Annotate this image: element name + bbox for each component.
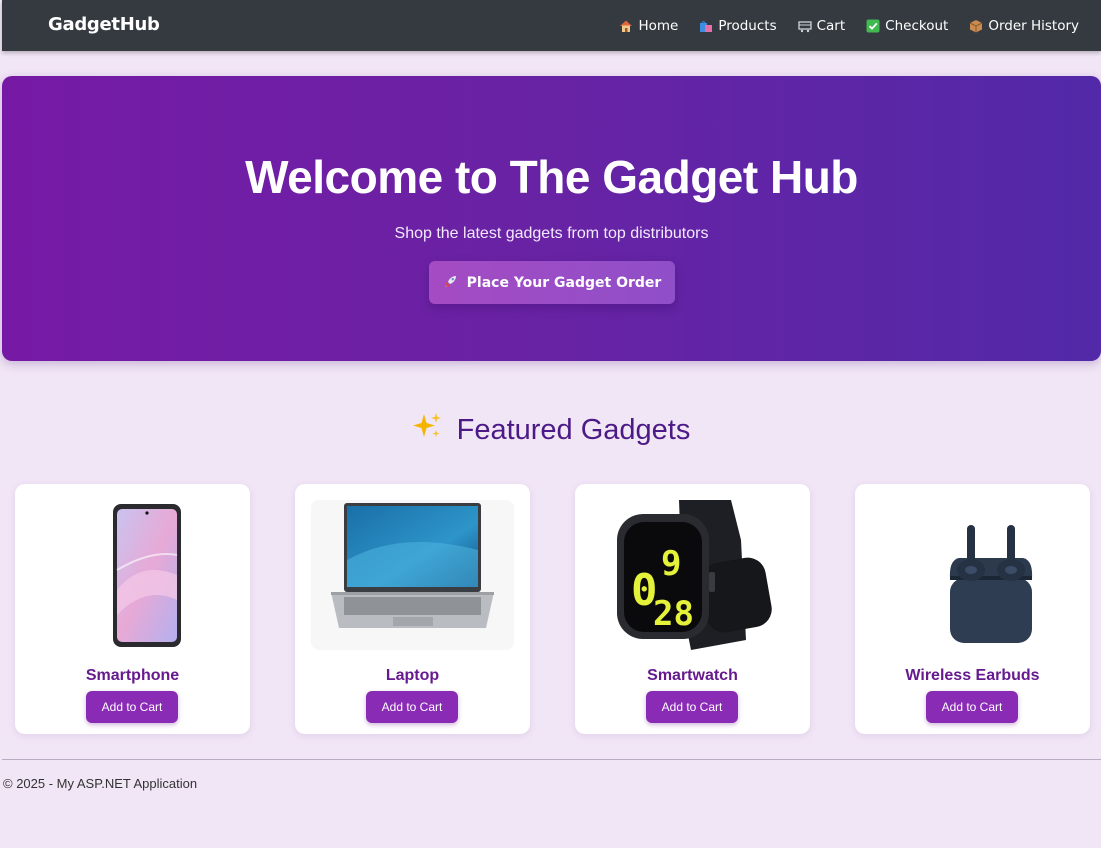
navbar: GadgetHub Home Products Cart Checkout Or… xyxy=(2,0,1101,51)
nav-links: Home Products Cart Checkout Order Histor… xyxy=(619,0,1079,51)
nav-checkout-label: Checkout xyxy=(885,17,949,34)
nav-home-label: Home xyxy=(638,17,679,34)
featured-title: Featured Gadgets xyxy=(456,413,691,446)
add-to-cart-button[interactable]: Add to Cart xyxy=(366,691,458,723)
place-order-button[interactable]: Place Your Gadget Order xyxy=(429,261,675,304)
cart-icon xyxy=(797,19,812,33)
nav-order-history[interactable]: Order History xyxy=(969,18,1079,34)
nav-checkout[interactable]: Checkout xyxy=(866,18,948,34)
add-to-cart-button[interactable]: Add to Cart xyxy=(86,691,178,723)
earbuds-image xyxy=(871,500,1074,650)
svg-text:28: 28 xyxy=(653,594,694,634)
product-name: Smartwatch xyxy=(647,667,738,684)
product-card-smartphone: Smartphone Add to Cart xyxy=(15,484,250,734)
brand-logo[interactable]: GadgetHub xyxy=(48,14,160,35)
package-icon xyxy=(969,19,983,33)
footer-divider xyxy=(2,759,1101,760)
footer-text: © 2025 - My ASP.NET Application xyxy=(3,776,198,791)
hero-subtitle: Shop the latest gadgets from top distrib… xyxy=(394,225,709,242)
check-icon xyxy=(866,19,880,33)
product-name: Wireless Earbuds xyxy=(905,667,1040,684)
add-to-cart-button[interactable]: Add to Cart xyxy=(926,691,1018,723)
smartwatch-image: 0 9 28 xyxy=(591,500,794,650)
hero-banner: Welcome to The Gadget Hub Shop the lates… xyxy=(2,76,1101,361)
add-to-cart-button[interactable]: Add to Cart xyxy=(646,691,738,723)
shopping-bags-icon xyxy=(699,19,713,33)
hero-title: Welcome to The Gadget Hub xyxy=(245,151,858,203)
nav-products-label: Products xyxy=(718,17,777,34)
laptop-image xyxy=(311,500,514,650)
nav-home[interactable]: Home xyxy=(619,18,678,34)
featured-heading: Featured Gadgets xyxy=(0,410,1101,450)
nav-order-history-label: Order History xyxy=(988,17,1079,34)
product-name: Smartphone xyxy=(85,667,180,684)
nav-cart-label: Cart xyxy=(816,17,846,34)
product-card-smartwatch: 0 9 28 Smartwatch Add to Cart xyxy=(575,484,810,734)
product-card-wireless-earbuds: Wireless Earbuds Add to Cart xyxy=(855,484,1090,734)
nav-products[interactable]: Products xyxy=(699,17,777,34)
svg-text:9: 9 xyxy=(661,544,681,584)
rocket-icon xyxy=(443,273,459,293)
product-card-laptop: Laptop Add to Cart xyxy=(295,484,530,734)
smartphone-image xyxy=(31,500,234,650)
house-icon xyxy=(619,19,633,33)
place-order-label: Place Your Gadget Order xyxy=(466,274,662,291)
product-name: Laptop xyxy=(385,667,440,684)
nav-cart[interactable]: Cart xyxy=(797,17,846,34)
sparkles-icon xyxy=(411,410,443,450)
